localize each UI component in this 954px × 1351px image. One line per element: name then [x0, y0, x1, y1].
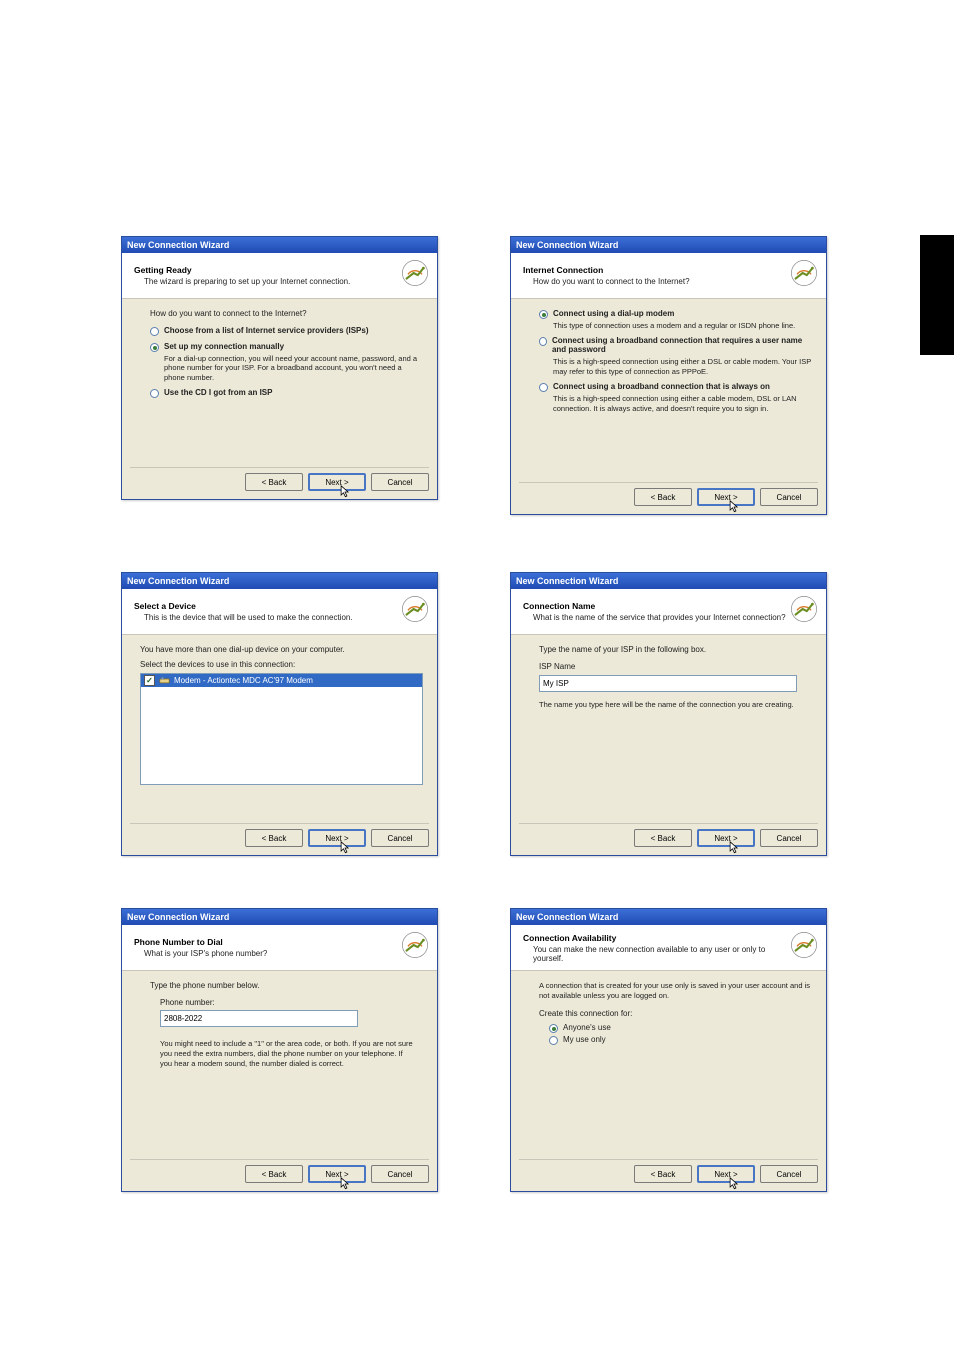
wizard-header: Getting Ready The wizard is preparing to…: [122, 253, 437, 299]
radio-dialup-desc: This type of connection uses a modem and…: [553, 321, 812, 330]
page-subtitle: What is your ISP's phone number?: [134, 949, 267, 958]
wizard-header: Select a Device This is the device that …: [122, 589, 437, 635]
next-button[interactable]: Next >: [697, 1165, 755, 1183]
page-title: Connection Availability: [523, 933, 790, 943]
next-button[interactable]: Next >: [697, 829, 755, 847]
page-subtitle: You can make the new connection availabl…: [523, 945, 790, 963]
window-title: New Connection Wizard: [511, 909, 826, 925]
hint-text: The name you type here will be the name …: [539, 700, 812, 709]
cancel-button[interactable]: Cancel: [760, 1165, 818, 1183]
radio-broadband-userpass-desc: This is a high-speed connection using ei…: [553, 357, 812, 376]
radio-cd[interactable]: [150, 389, 159, 398]
next-button[interactable]: Next >: [308, 473, 366, 491]
page-title: Select a Device: [134, 601, 353, 611]
page-title: Internet Connection: [523, 265, 690, 275]
wizard-logo-icon: [401, 595, 429, 628]
phone-input[interactable]: [160, 1010, 358, 1027]
cancel-button[interactable]: Cancel: [371, 829, 429, 847]
page-subtitle: How do you want to connect to the Intern…: [523, 277, 690, 286]
cancel-button[interactable]: Cancel: [760, 488, 818, 506]
back-button[interactable]: < Back: [634, 488, 692, 506]
radio-broadband-userpass[interactable]: [539, 337, 547, 346]
page-subtitle: What is the name of the service that pro…: [523, 613, 786, 622]
next-button[interactable]: Next >: [308, 1165, 366, 1183]
page-title: Connection Name: [523, 601, 786, 611]
modem-icon: [159, 676, 170, 685]
page-title: Getting Ready: [134, 265, 350, 275]
back-button[interactable]: < Back: [245, 829, 303, 847]
cancel-button[interactable]: Cancel: [371, 1165, 429, 1183]
back-button[interactable]: < Back: [245, 1165, 303, 1183]
wizard-logo-icon: [790, 259, 818, 292]
page-subtitle: This is the device that will be used to …: [134, 613, 353, 622]
wizard-connection-name: New Connection Wizard Connection Name Wh…: [510, 572, 827, 856]
hint-text: You might need to include a "1" or the a…: [160, 1039, 415, 1068]
next-button[interactable]: Next >: [697, 488, 755, 506]
radio-manual-label: Set up my connection manually: [164, 342, 284, 351]
wizard-logo-icon: [790, 931, 818, 964]
wizard-getting-ready: New Connection Wizard Getting Ready The …: [121, 236, 438, 500]
page-subtitle: The wizard is preparing to set up your I…: [134, 277, 350, 286]
window-title: New Connection Wizard: [511, 573, 826, 589]
wizard-connection-availability: New Connection Wizard Connection Availab…: [510, 908, 827, 1192]
device-name: Modem - Actiontec MDC AC'97 Modem: [174, 676, 313, 685]
window-title: New Connection Wizard: [122, 909, 437, 925]
info-text: A connection that is created for your us…: [539, 981, 812, 1001]
question-text: How do you want to connect to the Intern…: [150, 309, 423, 318]
radio-broadband-alwayson[interactable]: [539, 383, 548, 392]
radio-dialup-label: Connect using a dial-up modem: [553, 309, 674, 318]
window-title: New Connection Wizard: [511, 237, 826, 253]
wizard-logo-icon: [401, 259, 429, 292]
isp-name-input[interactable]: [539, 675, 797, 692]
radio-manual[interactable]: [150, 343, 159, 352]
isp-name-label: ISP Name: [539, 662, 812, 671]
wizard-logo-icon: [401, 931, 429, 964]
back-button[interactable]: < Back: [634, 829, 692, 847]
radio-manual-desc: For a dial-up connection, you will need …: [164, 354, 423, 382]
window-title: New Connection Wizard: [122, 573, 437, 589]
instruction-text: Select the devices to use in this connec…: [140, 660, 423, 669]
wizard-select-device: New Connection Wizard Select a Device Th…: [121, 572, 438, 856]
wizard-header: Phone Number to Dial What is your ISP's …: [122, 925, 437, 971]
device-list-item[interactable]: ✓ Modem - Actiontec MDC AC'97 Modem: [141, 674, 422, 687]
wizard-logo-icon: [790, 595, 818, 628]
page-title: Phone Number to Dial: [134, 937, 267, 947]
back-button[interactable]: < Back: [634, 1165, 692, 1183]
radio-broadband-alwayson-label: Connect using a broadband connection tha…: [553, 382, 770, 391]
wizard-header: Internet Connection How do you want to c…: [511, 253, 826, 299]
radio-myuse[interactable]: [549, 1036, 558, 1045]
wizard-internet-connection: New Connection Wizard Internet Connectio…: [510, 236, 827, 515]
wizard-phone-number: New Connection Wizard Phone Number to Di…: [121, 908, 438, 1192]
create-for-label: Create this connection for:: [539, 1009, 812, 1018]
radio-isp-list[interactable]: [150, 327, 159, 336]
radio-cd-label: Use the CD I got from an ISP: [164, 388, 272, 397]
info-text: You have more than one dial-up device on…: [140, 645, 423, 654]
radio-broadband-userpass-label: Connect using a broadband connection tha…: [552, 336, 812, 354]
radio-myuse-label: My use only: [563, 1035, 606, 1044]
wizard-header: Connection Name What is the name of the …: [511, 589, 826, 635]
radio-dialup[interactable]: [539, 310, 548, 319]
device-checkbox-icon[interactable]: ✓: [144, 675, 155, 686]
device-listbox[interactable]: ✓ Modem - Actiontec MDC AC'97 Modem: [140, 673, 423, 785]
radio-broadband-alwayson-desc: This is a high-speed connection using ei…: [553, 394, 812, 413]
back-button[interactable]: < Back: [245, 473, 303, 491]
radio-isp-list-label: Choose from a list of Internet service p…: [164, 326, 369, 335]
radio-anyone-label: Anyone's use: [563, 1023, 611, 1032]
phone-label: Phone number:: [160, 998, 423, 1007]
radio-anyone[interactable]: [549, 1024, 558, 1033]
instruction-text: Type the phone number below.: [150, 981, 423, 990]
window-title: New Connection Wizard: [122, 237, 437, 253]
cancel-button[interactable]: Cancel: [371, 473, 429, 491]
cancel-button[interactable]: Cancel: [760, 829, 818, 847]
page-side-tab: [920, 235, 954, 355]
wizard-header: Connection Availability You can make the…: [511, 925, 826, 971]
next-button[interactable]: Next >: [308, 829, 366, 847]
instruction-text: Type the name of your ISP in the followi…: [539, 645, 812, 654]
